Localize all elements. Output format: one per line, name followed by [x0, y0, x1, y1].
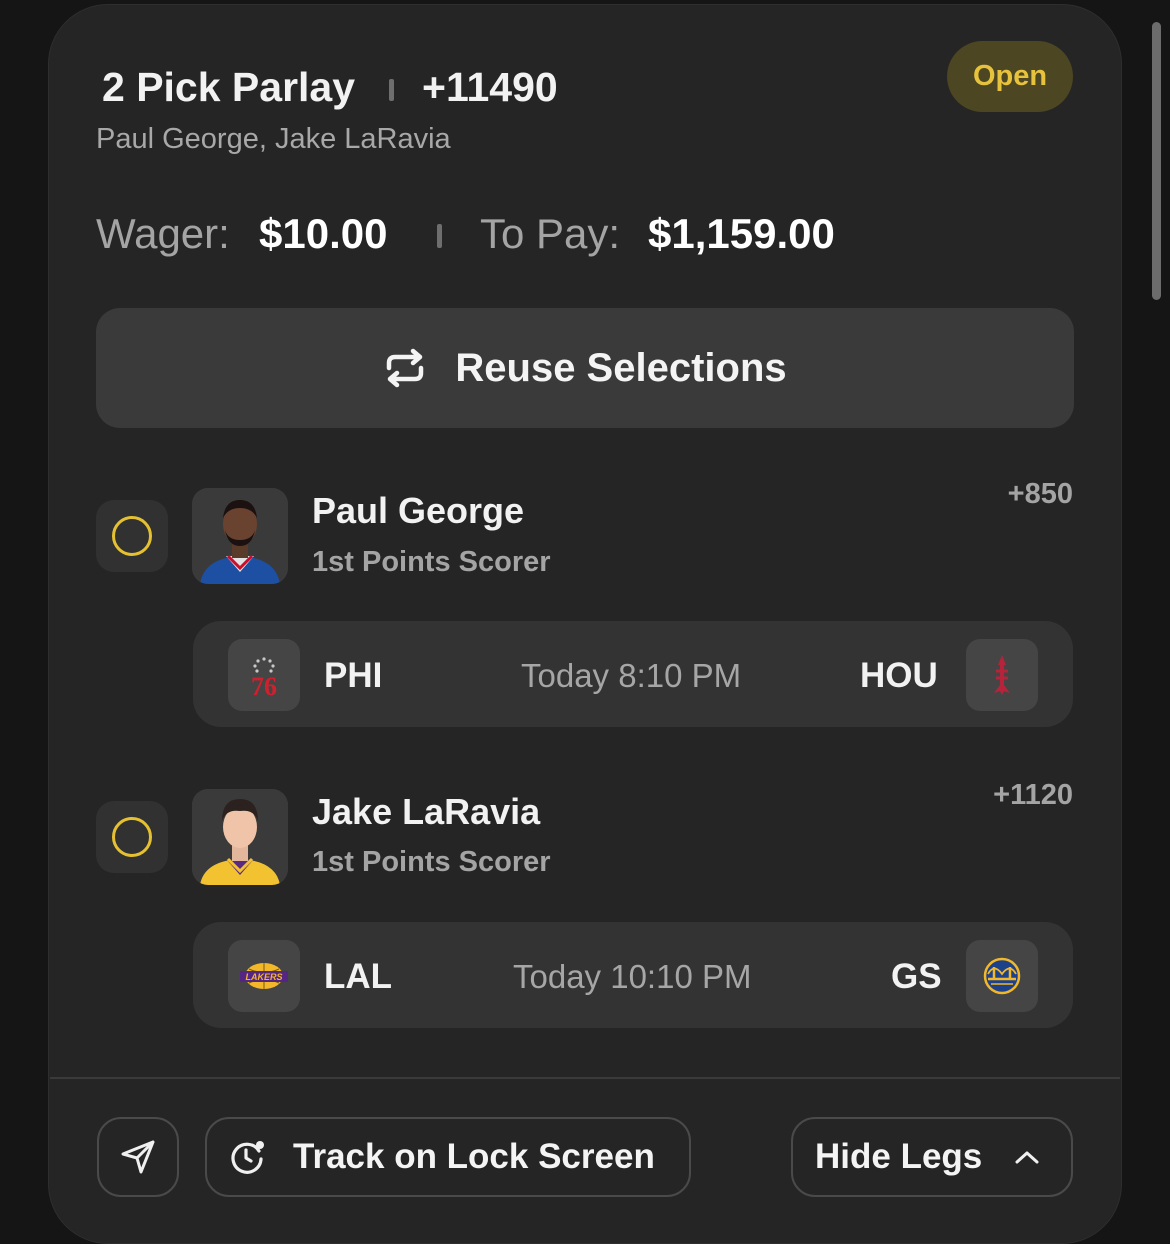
home-team-abbr: GS	[891, 957, 942, 996]
svg-text:LAKERS: LAKERS	[245, 972, 282, 982]
chevron-up-icon	[1014, 1149, 1040, 1165]
parlay-players: Paul George, Jake LaRavia	[96, 123, 451, 155]
track-on-lock-screen-label: Track on Lock Screen	[293, 1137, 655, 1176]
leg-market: 1st Points Scorer	[312, 846, 551, 878]
reuse-selections-label: Reuse Selections	[455, 345, 787, 390]
wager-separator	[437, 224, 442, 248]
player-avatar-jake-laravia	[192, 789, 288, 885]
hide-legs-button[interactable]: Hide Legs	[791, 1117, 1073, 1197]
away-team-abbr: PHI	[324, 656, 383, 695]
track-on-lock-screen-button[interactable]: Track on Lock Screen	[205, 1117, 691, 1197]
footer-divider	[50, 1077, 1120, 1079]
share-button[interactable]	[97, 1117, 179, 1197]
header-separator	[389, 79, 394, 101]
away-team-abbr: LAL	[324, 957, 393, 996]
hide-legs-label: Hide Legs	[815, 1137, 983, 1176]
leg-player-name: Paul George	[312, 490, 525, 531]
svg-text:76: 76	[251, 672, 277, 701]
leg-odds: +1120	[993, 779, 1073, 811]
game-time: Today 8:10 PM	[521, 657, 742, 694]
game-time: Today 10:10 PM	[513, 958, 752, 995]
scrollbar[interactable]	[1152, 22, 1161, 300]
send-icon	[120, 1139, 156, 1175]
reuse-selections-button[interactable]: Reuse Selections	[96, 308, 1074, 428]
status-badge: Open	[947, 41, 1073, 112]
to-pay-value: $1,159.00	[648, 210, 835, 257]
leg-market: 1st Points Scorer	[312, 546, 551, 578]
team-logo-phi: 76	[228, 639, 300, 711]
leg-player-name: Jake LaRavia	[312, 791, 541, 832]
team-logo-lal: LAKERS	[228, 940, 300, 1012]
pending-circle-icon	[112, 516, 152, 556]
team-logo-hou	[966, 639, 1038, 711]
wager-value: $10.00	[259, 210, 388, 257]
pending-circle-icon	[112, 817, 152, 857]
parlay-odds: +11490	[422, 64, 558, 110]
leg-status-checkbox[interactable]	[96, 801, 168, 873]
team-logo-gs	[966, 940, 1038, 1012]
clock-icon	[229, 1138, 267, 1176]
lakers-logo-icon: LAKERS	[240, 963, 288, 989]
to-pay-label: To Pay:	[480, 210, 621, 257]
sixers-logo-icon: 76	[251, 657, 277, 701]
home-team-abbr: HOU	[860, 656, 938, 695]
player-avatar-paul-george	[192, 488, 288, 584]
leg-status-checkbox[interactable]	[96, 500, 168, 572]
repeat-icon	[383, 348, 427, 388]
leg-odds: +850	[1007, 478, 1073, 510]
wager-label: Wager:	[96, 210, 230, 257]
warriors-logo-icon	[983, 957, 1021, 995]
rockets-logo-icon	[994, 655, 1010, 695]
parlay-title: 2 Pick Parlay	[102, 64, 356, 110]
